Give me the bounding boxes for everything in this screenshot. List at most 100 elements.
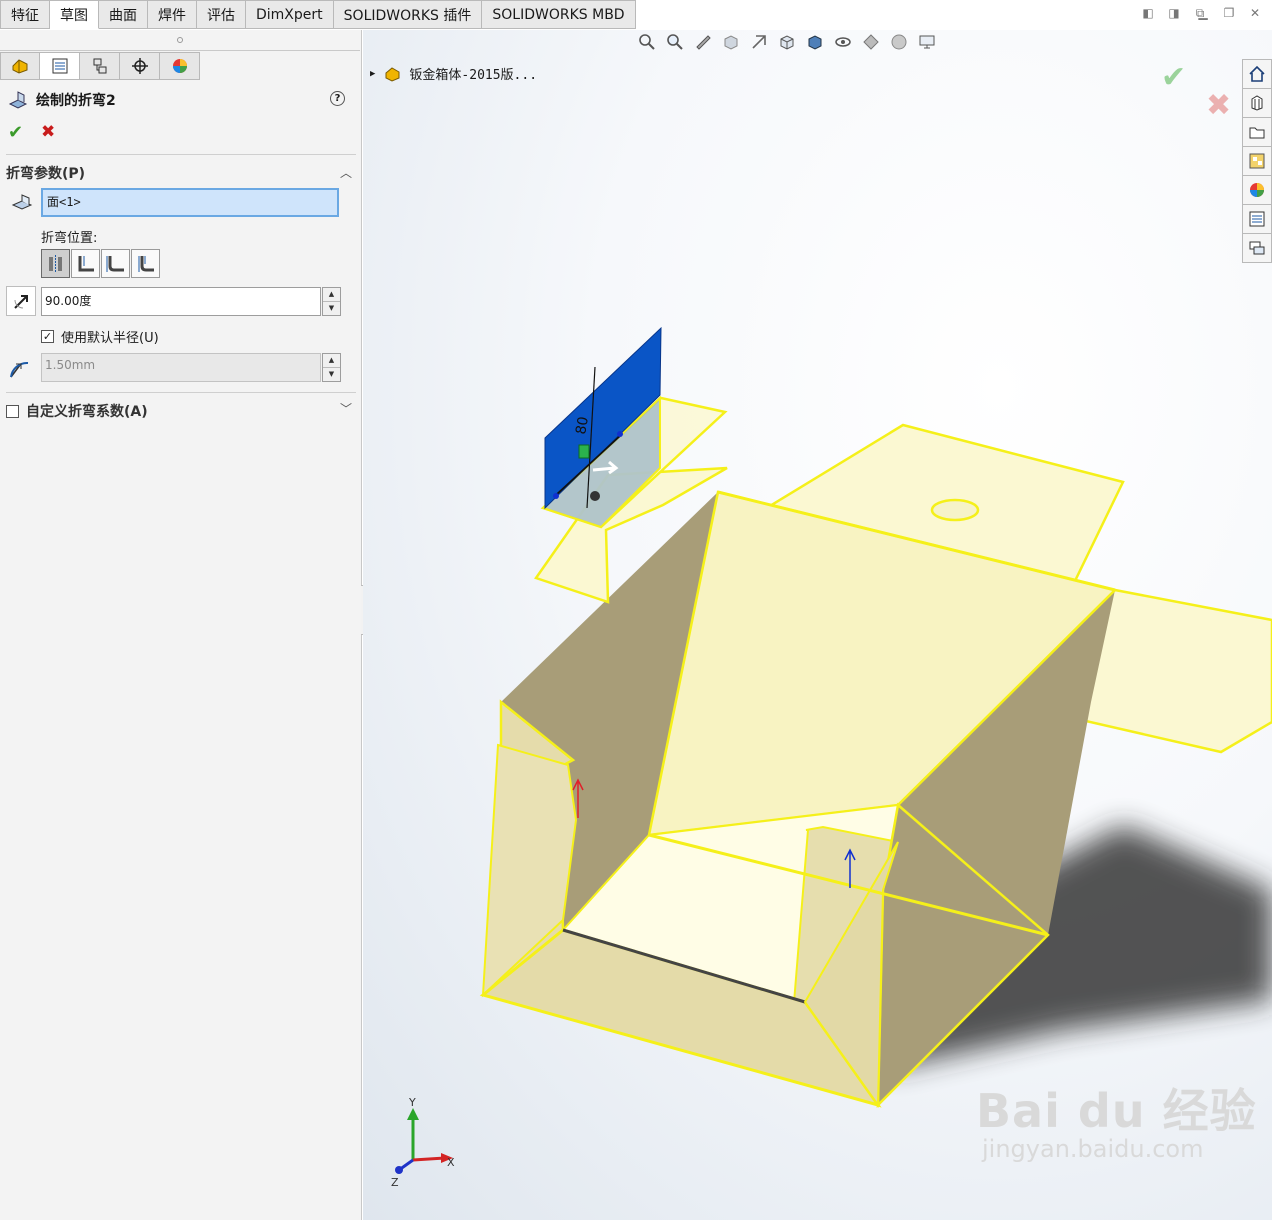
material-inside-icon — [78, 255, 94, 271]
design-library-icon — [1251, 95, 1263, 111]
triad-x-label: X — [447, 1156, 455, 1169]
panel-grip-icon[interactable] — [177, 37, 183, 43]
cancel-button[interactable]: ✖ — [41, 122, 55, 142]
fixed-face-marker — [590, 491, 600, 501]
tab-5[interactable]: DimXpert — [246, 0, 334, 29]
tab-0[interactable]: 特征 — [0, 0, 50, 29]
bend-outside-icon — [138, 255, 154, 272]
spin-down-icon[interactable]: ▼ — [323, 302, 340, 315]
divider — [0, 50, 360, 51]
folder-icon — [1249, 127, 1265, 139]
section-view-icon[interactable] — [722, 33, 740, 51]
apply-scene-icon[interactable] — [890, 33, 908, 51]
material-inside-button[interactable] — [71, 249, 100, 278]
watermark-main: Bai du 经验 — [976, 1084, 1257, 1138]
home-icon — [1249, 65, 1265, 82]
appearances-icon — [1250, 183, 1264, 197]
part-icon — [385, 66, 400, 82]
angle-spinner[interactable]: ▲ ▼ — [322, 287, 341, 316]
bend-centerline-button[interactable] — [41, 249, 70, 278]
minimize-icon[interactable]: ▁ — [1196, 6, 1210, 20]
configuration-manager-tab[interactable] — [80, 52, 120, 80]
property-manager-tab[interactable] — [40, 52, 80, 80]
custom-bend-allowance-group[interactable]: 自定义折弯系数(A) — [6, 401, 148, 421]
command-manager-tabbar: 特征 草图 曲面 焊件 评估 DimXpert SOLIDWORKS 插件 SOLIDWORK… — [0, 0, 1272, 30]
confirm-cancel-icon[interactable]: ✖ — [1206, 88, 1231, 123]
baidu-watermark: Bai du 经验 jingyan.baidu.com — [976, 1075, 1257, 1163]
confirm-ok-icon[interactable]: ✔ — [1161, 60, 1186, 95]
tab-6[interactable]: SOLIDWORKS 插件 — [333, 0, 483, 29]
file-explorer-tab[interactable] — [1242, 117, 1272, 147]
bend-outside-button[interactable] — [131, 249, 160, 278]
ok-button[interactable]: ✔ — [8, 122, 23, 143]
configuration-manager-icon — [93, 58, 106, 74]
display-manager-tab[interactable] — [160, 52, 200, 80]
collapse-chevron-icon[interactable]: ︿ — [340, 164, 352, 181]
spin-up-icon[interactable]: ▲ — [323, 288, 340, 302]
tab-3[interactable]: 焊件 — [148, 0, 197, 29]
view-settings-icon[interactable] — [918, 33, 936, 51]
dynamic-annotation-icon[interactable] — [750, 33, 768, 51]
checkbox-box[interactable] — [6, 404, 19, 418]
edit-appearance-icon[interactable] — [862, 33, 880, 51]
forum-tab[interactable] — [1242, 233, 1272, 263]
display-style-icon[interactable] — [806, 33, 824, 51]
task-pane-tabs — [1242, 59, 1272, 263]
hide-show-icon[interactable] — [834, 33, 852, 51]
bend-angle-icon — [6, 286, 36, 316]
sketch-point — [617, 431, 623, 437]
spin-up-icon[interactable]: ▲ — [323, 354, 340, 368]
checkbox-box[interactable]: ✓ — [41, 330, 54, 343]
view-triad[interactable] — [395, 1108, 453, 1174]
use-default-radius-label: 使用默认半径(U) — [61, 331, 159, 346]
sheet-metal-model[interactable]: 80 Y X Z — [363, 30, 1272, 1220]
bend-angle-input[interactable]: 90.00度 — [41, 287, 321, 316]
bend-position-label: 折弯位置: — [41, 231, 98, 246]
bend-params-header[interactable]: 折弯参数(P) — [6, 163, 85, 183]
face-selection-box[interactable]: 面<1> — [41, 188, 339, 217]
custom-bend-allowance-label: 自定义折弯系数(A) — [26, 404, 148, 420]
view-palette-tab[interactable] — [1242, 146, 1272, 176]
graphics-viewport[interactable]: 80 Y X Z ▶ 钣金箱体-2015版... ✔ ✖ Bai du 经验 j… — [363, 30, 1272, 1220]
divider — [6, 154, 356, 155]
use-default-radius-checkbox[interactable]: ✓ 使用默认半径(U) — [41, 327, 159, 346]
tab-7[interactable]: SOLIDWORKS MBD — [482, 0, 636, 29]
material-outside-button[interactable] — [101, 249, 130, 278]
panel-right-icon[interactable]: ◨ — [1167, 6, 1181, 20]
expand-chevron-icon[interactable]: ﹀ — [340, 400, 352, 417]
feature-manager-icon — [12, 59, 28, 74]
divider — [6, 392, 356, 393]
design-library-tab[interactable] — [1242, 88, 1272, 118]
dimxpert-manager-tab[interactable] — [120, 52, 160, 80]
home-tab[interactable] — [1242, 59, 1272, 89]
feature-tree-flyout[interactable]: ▶ 钣金箱体-2015版... — [370, 64, 537, 83]
tab-1[interactable]: 草图 — [50, 0, 99, 29]
panel-left-icon[interactable]: ◧ — [1141, 6, 1155, 20]
command-tabs: 特征 草图 曲面 焊件 评估 DimXpert SOLIDWORKS 插件 SOLIDWORK… — [0, 0, 636, 29]
previous-view-icon[interactable] — [694, 33, 712, 51]
zoom-to-fit-icon[interactable] — [638, 33, 656, 51]
close-icon[interactable]: ✕ — [1248, 6, 1262, 20]
tab-4[interactable]: 评估 — [197, 0, 246, 29]
view-orientation-icon[interactable] — [778, 33, 796, 51]
feature-manager-tab[interactable] — [0, 52, 40, 80]
spin-down-icon[interactable]: ▼ — [323, 368, 340, 381]
part-name: 钣金箱体-2015版... — [409, 68, 538, 83]
dimxpert-manager-icon — [131, 58, 148, 74]
triad-y-label: Y — [408, 1096, 416, 1109]
forum-icon — [1249, 241, 1265, 255]
feature-title-row: 绘制的折弯2 — [8, 90, 116, 110]
help-button[interactable]: ? — [330, 91, 345, 106]
bend-radius-input[interactable]: 1.50mm — [41, 353, 321, 382]
zoom-area-icon[interactable] — [666, 33, 684, 51]
expand-arrow-icon[interactable]: ▶ — [370, 69, 375, 79]
view-palette-icon — [1249, 153, 1265, 169]
custom-properties-tab[interactable] — [1242, 204, 1272, 234]
radius-spinner[interactable]: ▲ ▼ — [322, 353, 341, 382]
property-manager-panel: 绘制的折弯2 ? ✔ ✖ 折弯参数(P) ︿ 面<1> 折弯位置: 90.00度… — [0, 30, 362, 1220]
display-manager-icon — [172, 59, 187, 73]
svg-text:80: 80 — [573, 415, 592, 435]
tab-2[interactable]: 曲面 — [99, 0, 148, 29]
appearances-tab[interactable] — [1242, 175, 1272, 205]
restore-icon[interactable]: ❐ — [1222, 6, 1236, 20]
